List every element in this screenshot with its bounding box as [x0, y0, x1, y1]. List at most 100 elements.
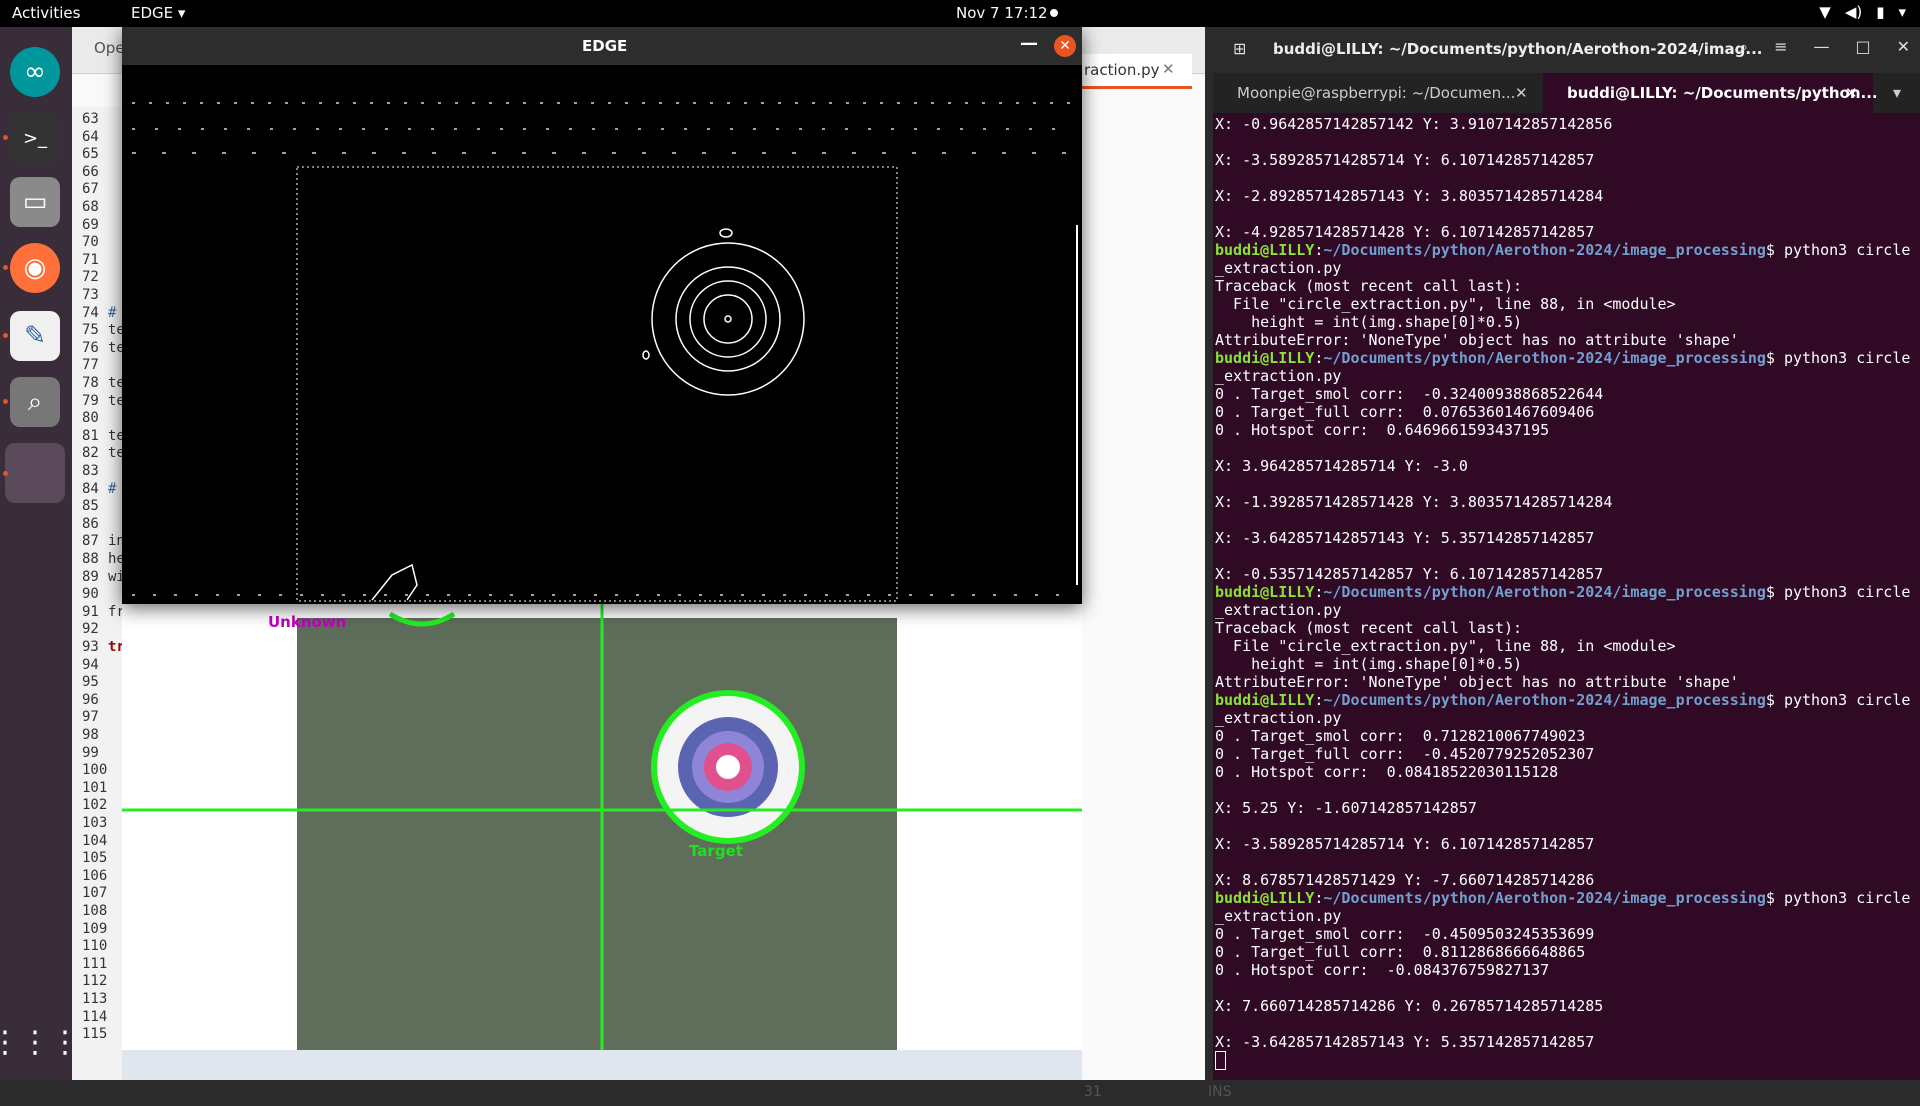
code-fragment[interactable]: #	[108, 305, 116, 321]
maximize-button[interactable]: □	[1855, 37, 1870, 57]
arduino-icon[interactable]: ∞	[10, 47, 60, 97]
terminal-icon[interactable]: >_	[10, 113, 60, 163]
system-tray[interactable]: ▼ ◀) ▮ ▾	[1819, 3, 1906, 21]
search-icon[interactable]: ⌕	[1739, 37, 1748, 57]
line-number: 108	[82, 903, 108, 919]
insert-mode[interactable]: INS	[1208, 1084, 1232, 1100]
terminal-line: 0 . Target_full corr: 0.0765360146760940…	[1215, 403, 1595, 421]
status-bar: 31 INS	[1084, 1080, 1277, 1106]
activities-button[interactable]: Activities	[12, 4, 80, 22]
line-number: 63	[82, 111, 99, 127]
dock: ∞ >_ ▭ ◉ ✎ ⌕ ⋮⋮⋮	[0, 27, 80, 1080]
running-indicator	[3, 135, 8, 140]
image-viewer-icon[interactable]: ⌕	[10, 377, 60, 427]
line-number: 115	[82, 1026, 108, 1043]
line-number: 100	[82, 762, 108, 779]
clock[interactable]: Nov 7 17:12	[956, 4, 1048, 22]
windows-taskbar-image	[122, 1050, 1082, 1080]
terminal-line: AttributeError: 'NoneType' object has no…	[1215, 331, 1739, 349]
unknown-label: Unknown	[268, 613, 347, 631]
chevron-down-icon: ▾	[1898, 3, 1906, 21]
line-number: 113	[82, 991, 108, 1007]
line-number: 72	[82, 269, 99, 286]
new-tab-icon[interactable]: ⊞	[1233, 39, 1246, 58]
edge-window: EDGE — ✕	[122, 27, 1082, 604]
tab-moonpie[interactable]: Moonpie@raspberrypi: ~/Documen... ✕	[1213, 73, 1543, 113]
line-number: 97	[82, 709, 99, 726]
terminal-line: 0 . Target_full corr: -0.452077925205230…	[1215, 745, 1595, 763]
files-icon[interactable]: ▭	[10, 177, 60, 227]
line-number: 94	[82, 656, 99, 673]
line-number: 106	[82, 867, 108, 884]
terminal-line: X: 5.25 Y: -1.607142857142857	[1215, 799, 1477, 817]
prompt-command: $ python3 circle	[1765, 691, 1911, 709]
line-number: 77	[82, 357, 99, 374]
menu-icon[interactable]: ≡	[1774, 37, 1787, 57]
line-number: 92	[82, 621, 99, 638]
chevron-down-icon[interactable]: ▾	[1893, 83, 1901, 102]
window-title: EDGE	[582, 37, 628, 55]
notification-dot	[1050, 9, 1058, 17]
terminal-line: X: -0.9642857142857142 Y: 3.910714285714…	[1215, 115, 1613, 133]
close-button[interactable]: ✕	[1897, 37, 1910, 57]
firefox-icon[interactable]: ◉	[10, 243, 60, 293]
terminal-output[interactable]: X: -0.9642857142857142 Y: 3.910714285714…	[1213, 113, 1920, 1080]
terminal-prompt-line: buddi@LILLY:~/Documents/python/Aerothon-…	[1215, 349, 1911, 367]
text-editor-icon[interactable]: ✎	[10, 311, 60, 361]
running-indicator	[3, 333, 8, 338]
terminal-line: X: -3.589285714285714 Y: 6.1071428571428…	[1215, 835, 1595, 853]
prompt-command: $ python3 circle	[1765, 241, 1911, 259]
terminal-line: Traceback (most recent call last):	[1215, 277, 1523, 295]
close-icon[interactable]: ✕	[1515, 84, 1528, 102]
close-icon[interactable]: ✕	[1845, 84, 1858, 102]
terminal-line: _extraction.py	[1215, 709, 1342, 727]
active-app-icon[interactable]	[5, 443, 65, 503]
line-number: 67	[82, 181, 99, 198]
terminal-line: X: -1.3928571428571428 Y: 3.803571428571…	[1215, 493, 1613, 511]
line-number: 80	[82, 410, 99, 427]
top-bar: Activities EDGE ▾ Nov 7 17:12 ▼ ◀) ▮ ▾	[0, 0, 1920, 27]
unknown-detection-arc	[388, 611, 456, 627]
line-number: 107	[82, 885, 108, 902]
prompt-path: ~/Documents/python/Aerothon-2024/image_p…	[1323, 691, 1766, 709]
close-icon[interactable]: ✕	[1162, 60, 1175, 78]
prompt-path: ~/Documents/python/Aerothon-2024/image_p…	[1323, 889, 1766, 907]
terminal-line: X: 3.964285714285714 Y: -3.0	[1215, 457, 1468, 475]
terminal-line: 0 . Hotspot corr: 0.6469661593437195	[1215, 421, 1550, 439]
cursor-position[interactable]: 31	[1084, 1084, 1102, 1100]
prompt-path: ~/Documents/python/Aerothon-2024/image_p…	[1323, 349, 1766, 367]
line-number: 95	[82, 674, 99, 691]
minimize-button[interactable]: —	[1813, 37, 1829, 57]
line-number: 73	[82, 287, 99, 303]
line-number: 111	[82, 955, 108, 972]
terminal-line: X: -3.589285714285714 Y: 6.1071428571428…	[1215, 151, 1595, 169]
minimize-button[interactable]: —	[1020, 33, 1038, 54]
edge-target-contours	[371, 228, 805, 601]
tab-buddi[interactable]: buddi@LILLY: ~/Documents/python... ✕	[1543, 73, 1878, 116]
running-indicator	[3, 265, 8, 270]
terminal-line: AttributeError: 'NoneType' object has no…	[1215, 673, 1739, 691]
open-button[interactable]: Ope	[94, 39, 125, 57]
terminal-line: File "circle_extraction.py", line 88, in…	[1215, 637, 1676, 655]
detection-overlay	[122, 604, 1082, 1080]
terminal-line: height = int(img.shape[0]*0.5)	[1215, 655, 1523, 673]
code-fragment[interactable]: #	[108, 481, 116, 497]
target-center	[716, 755, 740, 779]
edge-frame	[296, 166, 898, 602]
terminal-line: Traceback (most recent call last):	[1215, 619, 1523, 637]
wifi-icon: ▼	[1819, 3, 1831, 21]
line-number: 66	[82, 163, 99, 180]
terminal-titlebar[interactable]: ⊞ buddi@LILLY: ~/Documents/python/Aeroth…	[1213, 27, 1920, 73]
line-number: 105	[82, 850, 108, 867]
app-menu[interactable]: EDGE ▾	[131, 4, 185, 22]
tab-file-label: raction.py	[1084, 61, 1160, 79]
terminal-window: ⊞ buddi@LILLY: ~/Documents/python/Aeroth…	[1213, 27, 1920, 1080]
prompt-user: buddi@LILLY	[1215, 583, 1315, 601]
show-apps-icon[interactable]: ⋮⋮⋮	[0, 1017, 80, 1067]
terminal-line: 0 . Target_full corr: 0.8112868666648865	[1215, 943, 1586, 961]
close-button[interactable]: ✕	[1054, 35, 1076, 57]
edge-titlebar[interactable]: EDGE — ✕	[122, 27, 1082, 65]
battery-icon: ▮	[1876, 3, 1885, 21]
tab-label: Moonpie@raspberrypi: ~/Documen...	[1237, 84, 1516, 102]
terminal-line: _extraction.py	[1215, 259, 1342, 277]
